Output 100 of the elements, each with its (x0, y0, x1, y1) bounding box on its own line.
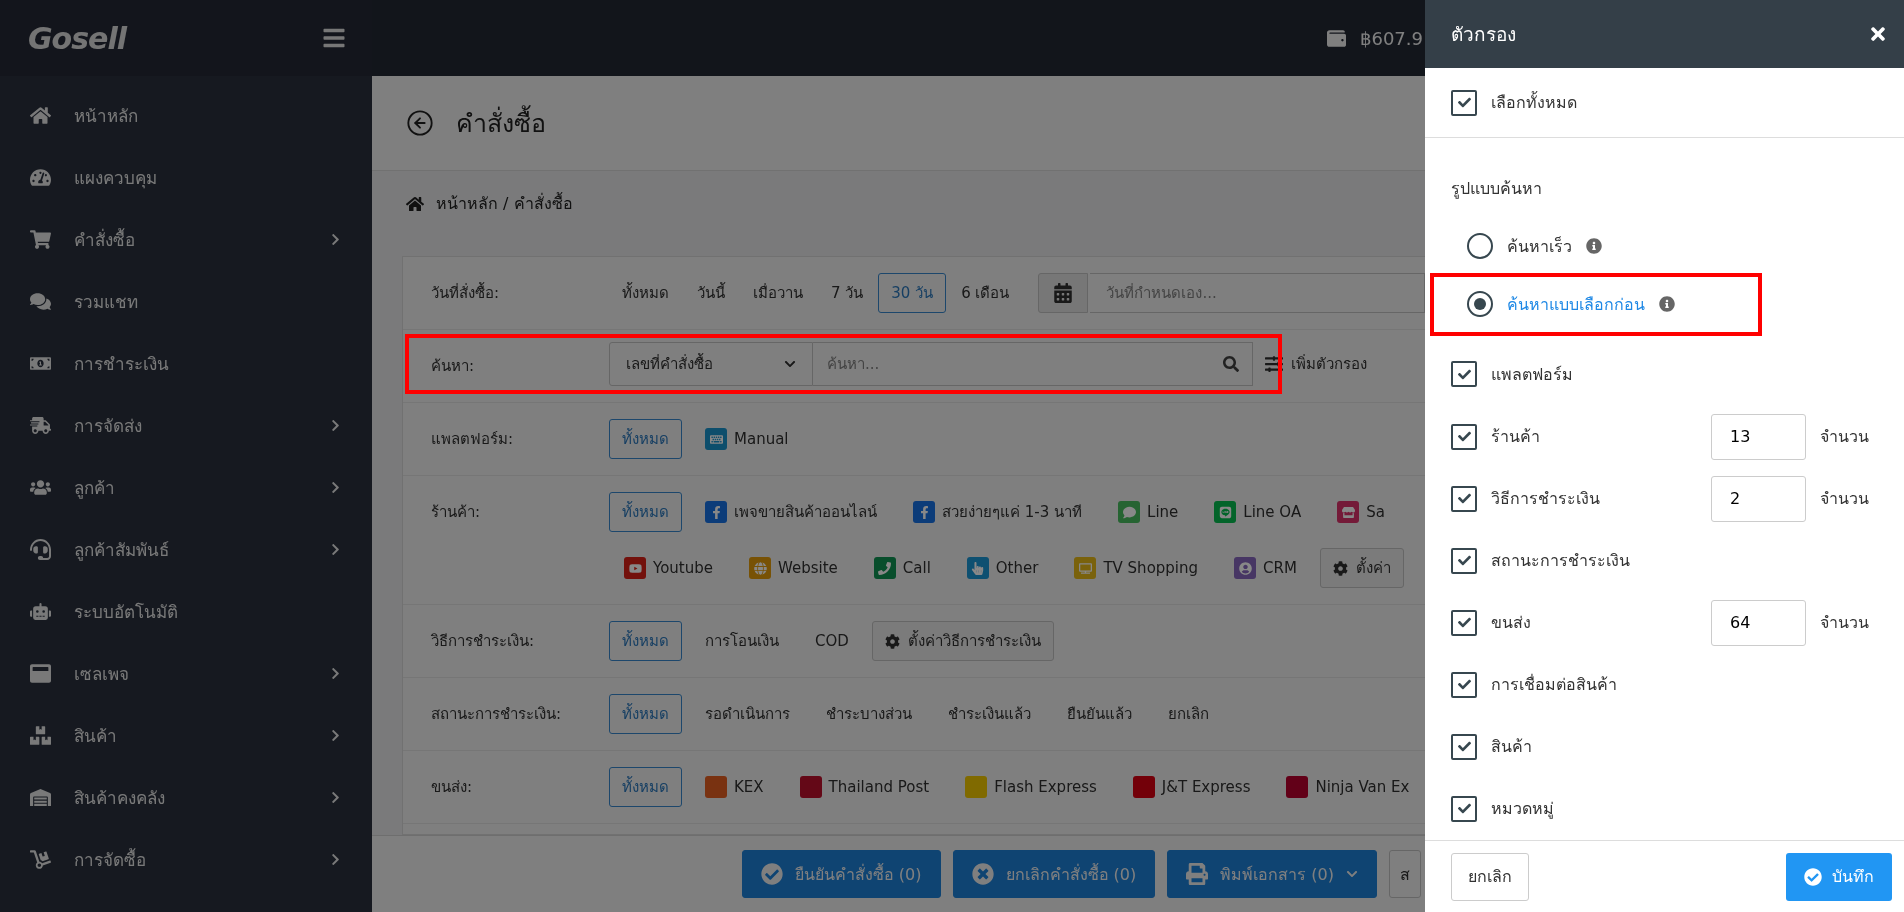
radio-label: ค้นหาแบบเลือกก่อน (1507, 293, 1645, 316)
settings-button[interactable]: ตั้งค่า (1319, 548, 1404, 588)
checkbox[interactable] (1451, 89, 1477, 116)
calendar-button[interactable] (1038, 273, 1089, 313)
unit-label: จำนวน (1820, 426, 1870, 448)
date-range-field[interactable]: วันที่กำหนดเอง... (1090, 273, 1425, 313)
check-icon (1457, 367, 1471, 381)
sidebar-item[interactable]: การจัดซื้อ (0, 828, 372, 890)
checkbox[interactable] (1451, 361, 1477, 388)
check-icon (1457, 96, 1471, 109)
action-button[interactable]: ยกเลิกคำสั่งซื้อ (0) (952, 850, 1156, 898)
sidebar-item[interactable]: ลูกค้าสัมพันธ์ (0, 518, 372, 580)
logo: Gosell (28, 20, 126, 56)
dolly-icon (28, 848, 52, 870)
filter-label: วิธีการชำระเงิน: (431, 631, 536, 652)
section-title: รูปแบบค้นหา (1451, 178, 1543, 201)
truck-icon (28, 414, 52, 436)
filter-label: แพลตฟอร์ม: (431, 429, 515, 450)
save-button[interactable]: บันทึก (1786, 852, 1892, 901)
checkbox[interactable] (1451, 671, 1477, 698)
filter-option[interactable]: ทั้งหมด (609, 621, 682, 661)
menu-icon[interactable] (322, 26, 346, 50)
sidebar-item[interactable]: หน้าหลัก (0, 84, 372, 146)
checkbox[interactable] (1451, 609, 1477, 636)
search-icon[interactable] (1223, 356, 1239, 372)
unit-label: จำนวน (1820, 612, 1870, 635)
calendar-icon (1053, 283, 1074, 303)
checkbox[interactable] (1451, 795, 1477, 822)
count-field[interactable]: 13 (1711, 413, 1806, 460)
sidebar-item[interactable]: การจัดส่ง (0, 394, 372, 456)
sliders-icon (1265, 355, 1283, 373)
check-icon (1457, 554, 1471, 568)
action-button[interactable]: พิมพ์เอกสาร (0) (1167, 850, 1377, 898)
close-icon[interactable] (1868, 24, 1888, 44)
check-icon (1457, 616, 1471, 630)
chevron-down-icon (784, 358, 796, 370)
home-icon (406, 194, 424, 213)
home-icon (28, 104, 52, 126)
checkbox[interactable] (1451, 485, 1477, 512)
back-button[interactable] (406, 109, 434, 137)
radio-button[interactable] (1467, 233, 1493, 260)
info-icon[interactable] (1659, 296, 1675, 313)
checkbox[interactable] (1451, 733, 1477, 760)
check-icon (1457, 430, 1471, 443)
sidebar-item[interactable]: การชำระเงิน (0, 332, 372, 394)
filter-label: ขนส่ง: (431, 777, 474, 798)
settings-button[interactable]: ตั้งค่าวิธีการชำระเงิน (871, 621, 1054, 661)
boxes-icon (28, 724, 52, 746)
filter-option[interactable]: ทั้งหมด (609, 419, 682, 459)
sidebar-item[interactable]: แผงควบคุม (0, 146, 372, 208)
radio-label: ค้นหาเร็ว (1507, 235, 1572, 258)
search-field-select[interactable]: เลขที่คำสั่งซื้อ (609, 342, 813, 386)
count-field[interactable]: 2 (1711, 475, 1806, 522)
check-icon (1457, 492, 1471, 506)
chat-icon (28, 290, 52, 312)
filter-name: ขนส่ง (1491, 612, 1532, 635)
headset-icon (28, 538, 52, 560)
sidebar-item[interactable]: สินค้า (0, 704, 372, 766)
printer-icon (1186, 863, 1209, 885)
filter-option[interactable]: 30 วัน (878, 273, 947, 313)
check-icon (1457, 740, 1471, 754)
sidebar-item[interactable]: ระบบอัตโนมัติ (0, 580, 372, 642)
search-field[interactable]: ค้นหา... (813, 342, 1253, 386)
breadcrumb: หน้าหลัก / คำสั่งซื้อ (436, 191, 573, 215)
info-icon[interactable] (1586, 238, 1602, 255)
window-icon (28, 662, 52, 684)
drawer-title: ตัวกรอง (1451, 22, 1516, 47)
gear-icon (884, 633, 900, 649)
checkbox[interactable] (1451, 423, 1477, 450)
check-icon (1457, 802, 1471, 816)
filter-label: วันที่สั่งซื้อ: (431, 281, 501, 304)
filter-option[interactable]: ทั้งหมด (609, 492, 682, 532)
check-icon (1457, 678, 1471, 692)
checkbox-label: เลือกทั้งหมด (1491, 90, 1577, 114)
filter-name: วิธีการชำระเงิน (1491, 488, 1601, 511)
warehouse-icon (28, 786, 52, 808)
checkbox[interactable] (1451, 547, 1477, 574)
action-button[interactable]: ยืนยันคำสั่งซื้อ (0) (741, 850, 941, 898)
page-title: คำสั่งซื้อ (456, 103, 546, 143)
filter-option[interactable]: ทั้งหมด (609, 767, 682, 807)
filter-name: ร้านค้า (1491, 426, 1541, 448)
filter-option[interactable]: ทั้งหมด (609, 694, 682, 734)
radio-button[interactable] (1467, 291, 1493, 318)
sidebar-item[interactable]: คำสั่งซื้อ (0, 208, 372, 270)
cart-icon (28, 228, 52, 250)
add-filter-button[interactable]: เพิ่มตัวกรอง (1265, 352, 1367, 376)
unit-label: จำนวน (1820, 488, 1870, 511)
action-button[interactable]: ส (1389, 850, 1421, 898)
robot-icon (28, 600, 52, 622)
sidebar-item[interactable]: เซลเพจ (0, 642, 372, 704)
sidebar-item[interactable]: สินค้าคงคลัง (0, 766, 372, 828)
count-field[interactable]: 64 (1711, 599, 1806, 646)
sidebar-item[interactable]: ลูกค้า (0, 456, 372, 518)
cancel-button[interactable]: ยกเลิก (1451, 852, 1529, 901)
filter-label: สถานะการชำระเงิน: (431, 704, 563, 725)
sidebar-item[interactable]: รวมแชท (0, 270, 372, 332)
balance-amount: ฿607.9 (1360, 27, 1423, 49)
filter-name: หมวดหมู่ (1491, 798, 1555, 821)
filter-name: การเชื่อมต่อสินค้า (1491, 673, 1618, 697)
gear-icon (1332, 560, 1348, 576)
